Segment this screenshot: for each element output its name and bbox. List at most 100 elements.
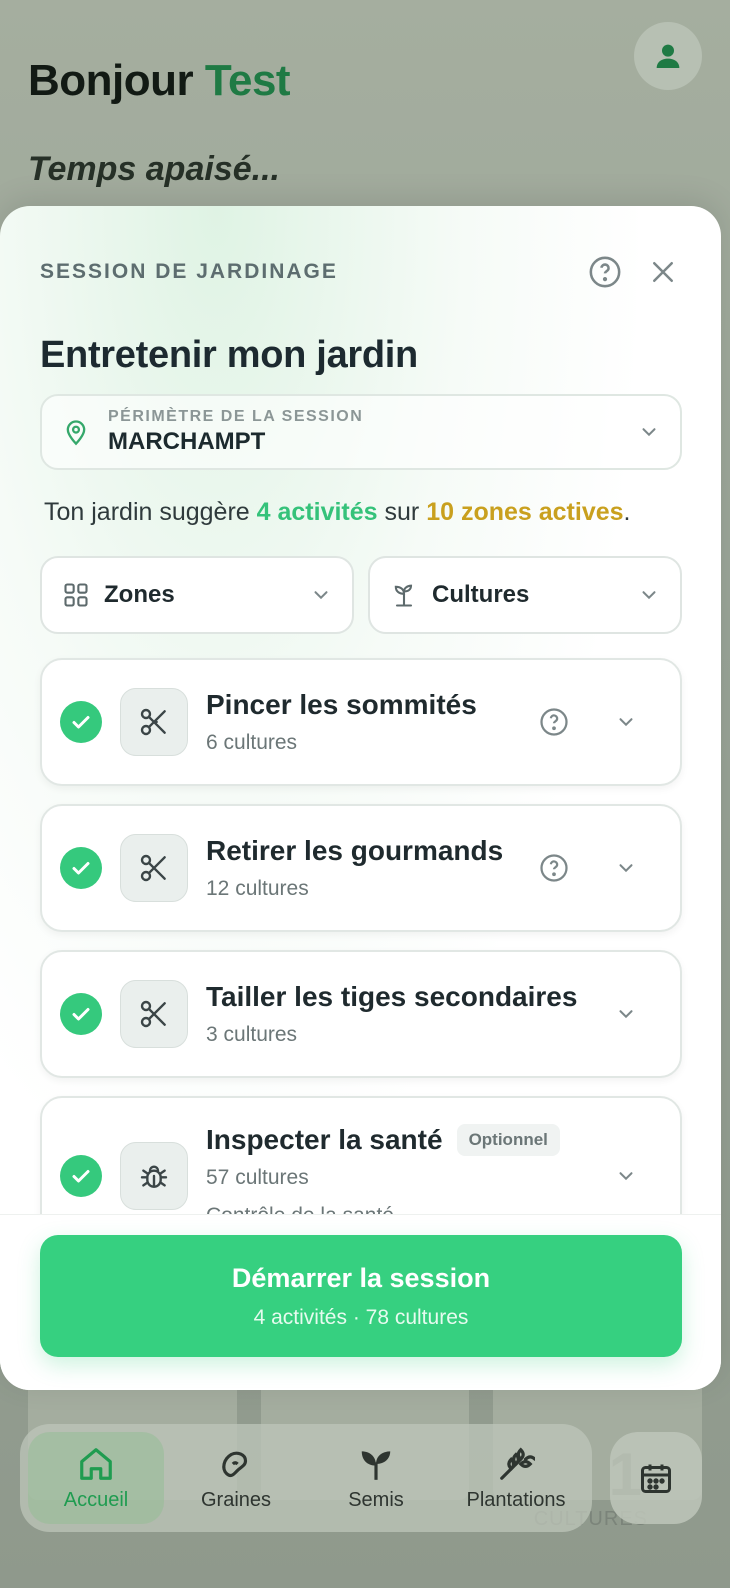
user-icon bbox=[656, 44, 680, 68]
close-button[interactable] bbox=[645, 254, 681, 290]
activity-text: Pincer les sommités 6 cultures bbox=[206, 689, 538, 755]
activity-icon-box bbox=[120, 1142, 188, 1210]
help-icon bbox=[589, 256, 621, 288]
activity-text: Inspecter la santé Optionnel 57 cultures… bbox=[206, 1124, 610, 1228]
seed-icon bbox=[222, 1451, 248, 1477]
scissors-icon bbox=[140, 708, 166, 736]
activity-title-text: Inspecter la santé bbox=[206, 1124, 443, 1155]
suggestion-text: Ton jardin suggère 4 activités sur 10 zo… bbox=[44, 498, 630, 527]
chevron-down-icon bbox=[619, 718, 633, 727]
nav-label: Semis bbox=[348, 1488, 404, 1511]
activity-title-text: Retirer les gourmands bbox=[206, 835, 504, 866]
activity-expand-button[interactable] bbox=[610, 706, 642, 738]
activity-icon-box bbox=[120, 834, 188, 902]
activity-expand-button[interactable] bbox=[610, 1160, 642, 1192]
activity-title: Inspecter la santé Optionnel bbox=[206, 1124, 610, 1156]
activity-count: 12 cultures bbox=[206, 877, 309, 900]
sheet-header: SESSION DE JARDINAGE bbox=[40, 252, 681, 292]
greeting: Bonjour Test bbox=[28, 56, 291, 106]
help-button[interactable] bbox=[587, 254, 623, 290]
start-session-title: Démarrer la session bbox=[231, 1262, 491, 1293]
activity-count: 3 cultures bbox=[206, 1023, 298, 1046]
help-icon bbox=[540, 854, 568, 882]
activity-help-button[interactable] bbox=[538, 706, 570, 738]
activity-checkbox[interactable] bbox=[60, 701, 102, 743]
suggestion-middle: sur bbox=[377, 498, 427, 526]
activity-actions bbox=[538, 706, 642, 738]
activity-expand-button[interactable] bbox=[610, 852, 642, 884]
activity-list: Pincer les sommités 6 cultures Retirer l… bbox=[40, 658, 682, 1274]
scope-value: MARCHAMPT bbox=[108, 428, 266, 455]
check-icon bbox=[72, 862, 90, 875]
activity-checkbox[interactable] bbox=[60, 847, 102, 889]
scissors-icon bbox=[140, 854, 166, 882]
check-icon bbox=[72, 716, 90, 729]
scope-label: PÉRIMÈTRE DE LA SESSION bbox=[108, 408, 364, 425]
suggestion-prefix: Ton jardin suggère bbox=[44, 498, 257, 526]
avatar-button[interactable] bbox=[634, 22, 702, 90]
sheet-eyebrow: SESSION DE JARDINAGE bbox=[40, 260, 338, 283]
calendar-icon bbox=[641, 1464, 671, 1493]
check-icon bbox=[72, 1170, 90, 1183]
session-sheet: SESSION DE JARDINAGE Entretenir mon jard… bbox=[0, 206, 721, 1390]
calendar-button[interactable] bbox=[610, 1432, 702, 1524]
nav-label: Accueil bbox=[63, 1488, 129, 1511]
activity-card[interactable]: Retirer les gourmands 12 cultures bbox=[40, 804, 682, 932]
nav-item-accueil[interactable]: Accueil bbox=[28, 1432, 164, 1524]
activity-actions bbox=[610, 1160, 642, 1192]
close-icon bbox=[653, 262, 673, 282]
scope-text: PÉRIMÈTRE DE LA SESSION MARCHAMPT bbox=[108, 408, 638, 456]
suggestion-zones: 10 zones actives bbox=[426, 498, 624, 526]
activity-title: Retirer les gourmands bbox=[206, 835, 538, 867]
wheat-icon bbox=[500, 1447, 535, 1480]
zones-filter[interactable]: Zones bbox=[40, 556, 354, 634]
activity-card[interactable]: Pincer les sommités 6 cultures bbox=[40, 658, 682, 786]
nav-item-plantations[interactable]: Plantations bbox=[448, 1432, 584, 1524]
header-actions bbox=[587, 254, 681, 290]
activity-title-text: Tailler les tiges secondaires bbox=[206, 981, 578, 1012]
activity-checkbox[interactable] bbox=[60, 993, 102, 1035]
chevron-down-icon bbox=[619, 1010, 633, 1019]
filters: Zones Cultures bbox=[40, 556, 682, 634]
chevron-down-icon bbox=[619, 1172, 633, 1181]
sheet-title: Entretenir mon jardin bbox=[40, 334, 418, 376]
bottom-nav: Accueil Graines Semis Plantations bbox=[20, 1424, 592, 1532]
nav-item-semis[interactable]: Semis bbox=[308, 1432, 444, 1524]
nav-item-graines[interactable]: Graines bbox=[168, 1432, 304, 1524]
activity-checkbox[interactable] bbox=[60, 1155, 102, 1197]
sprout-icon bbox=[394, 584, 413, 607]
chevron-down-icon bbox=[642, 428, 656, 437]
map-pin-icon bbox=[66, 420, 86, 446]
activity-count: 6 cultures bbox=[206, 731, 298, 754]
cultures-filter[interactable]: Cultures bbox=[368, 556, 682, 634]
bug-icon bbox=[140, 1165, 168, 1188]
start-session-summary: 4 activités · 78 cultures bbox=[253, 1305, 469, 1329]
scope-selector[interactable]: PÉRIMÈTRE DE LA SESSION MARCHAMPT bbox=[40, 394, 682, 470]
activity-actions bbox=[610, 998, 642, 1030]
activity-expand-button[interactable] bbox=[610, 998, 642, 1030]
nav-label: Graines bbox=[200, 1488, 272, 1511]
activity-count: 57 cultures bbox=[206, 1166, 309, 1189]
nav-label: Plantations bbox=[466, 1488, 566, 1511]
activity-icon-box bbox=[120, 980, 188, 1048]
activity-title: Pincer les sommités bbox=[206, 689, 538, 721]
scissors-icon bbox=[140, 1000, 166, 1028]
grid-icon bbox=[64, 583, 88, 607]
greeting-name: Test bbox=[204, 56, 291, 105]
optional-badge: Optionnel bbox=[456, 1124, 560, 1156]
sheet-footer: Démarrer la session 4 activités · 78 cul… bbox=[0, 1214, 721, 1390]
zones-filter-label: Zones bbox=[104, 581, 175, 608]
chevron-down-icon bbox=[314, 591, 328, 600]
check-icon bbox=[72, 1008, 90, 1021]
activity-title-text: Pincer les sommités bbox=[206, 689, 477, 720]
sprout-icon bbox=[361, 1450, 391, 1480]
start-session-button[interactable]: Démarrer la session 4 activités · 78 cul… bbox=[40, 1235, 682, 1357]
activity-text: Tailler les tiges secondaires 3 cultures bbox=[206, 981, 610, 1047]
suggestion-suffix: . bbox=[623, 498, 631, 526]
help-icon bbox=[540, 708, 568, 736]
activity-card[interactable]: Tailler les tiges secondaires 3 cultures bbox=[40, 950, 682, 1078]
chevron-down-icon bbox=[642, 591, 656, 600]
suggestion-activities: 4 activités bbox=[256, 498, 378, 526]
activity-help-button[interactable] bbox=[538, 852, 570, 884]
cultures-filter-label: Cultures bbox=[432, 581, 530, 608]
